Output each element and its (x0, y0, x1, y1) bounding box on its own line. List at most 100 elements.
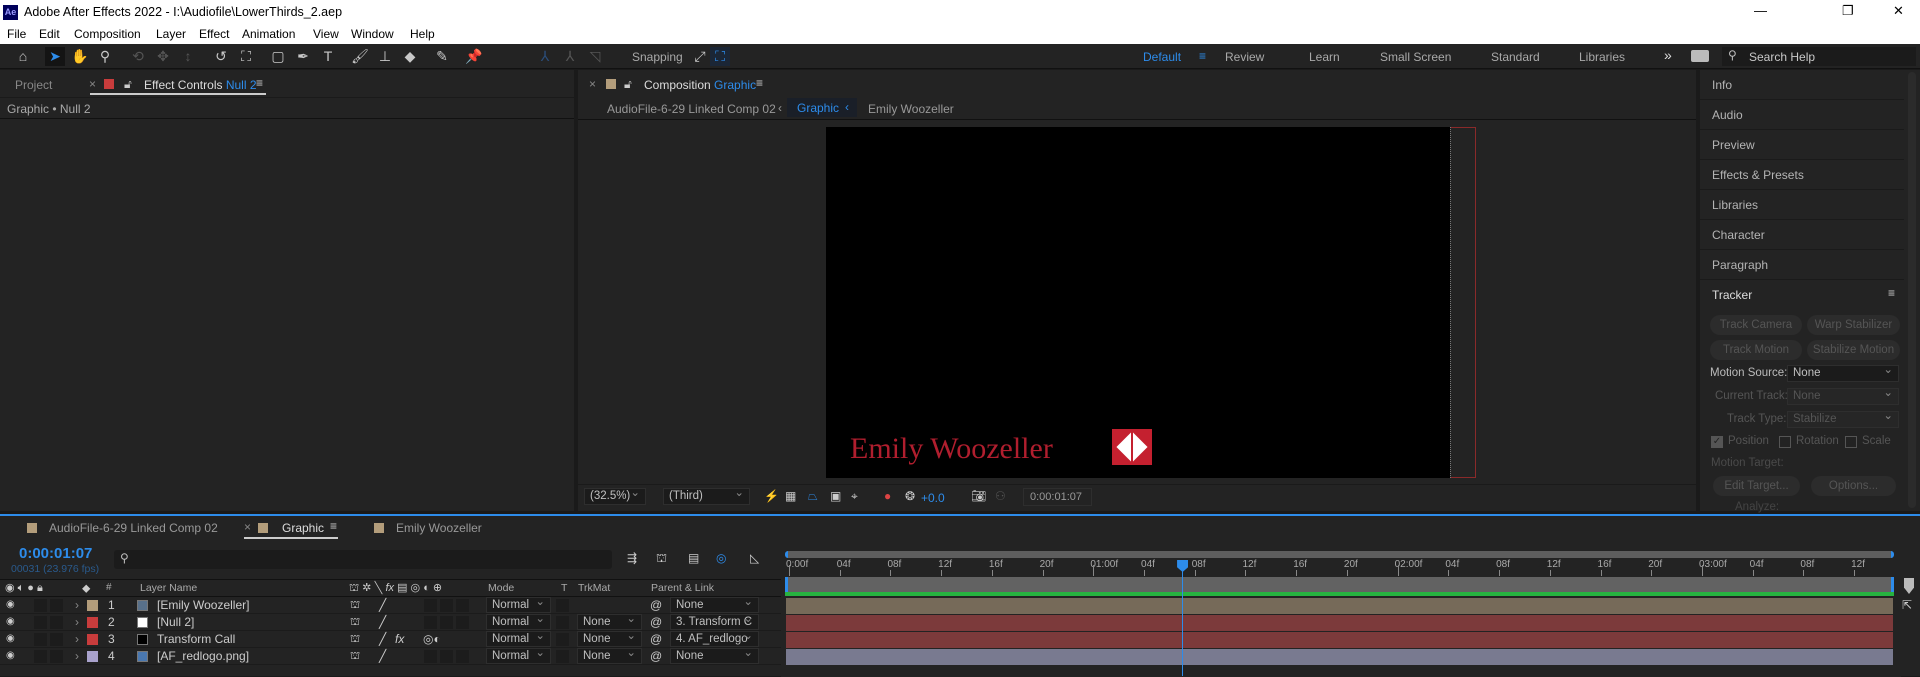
parent-dropdown[interactable]: 4. AF_redlogo (670, 631, 759, 647)
roto-brush-tool-icon[interactable]: ✎ (432, 47, 452, 66)
shy-switch-icon[interactable]: ⛫ (350, 597, 360, 613)
blend-mode-dropdown[interactable]: Normal (486, 629, 551, 647)
puppet-pin-tool-icon[interactable]: 📌 (464, 47, 484, 66)
motion-blur-switch[interactable] (424, 650, 437, 663)
preserve-transparency-toggle[interactable] (556, 633, 569, 646)
grid-guides-icon[interactable]: ⌖ (851, 489, 858, 504)
brush-tool-icon[interactable]: 🖌 (350, 47, 370, 66)
solo-toggle[interactable] (50, 650, 63, 663)
timeline-tab-graphic[interactable]: Graphic (282, 521, 324, 535)
panel-libraries[interactable]: Libraries (1700, 190, 1904, 220)
world-axis-icon[interactable]: ⅄ (560, 47, 580, 66)
preserve-transparency-toggle[interactable] (556, 616, 569, 629)
motion-source-dropdown[interactable]: None (1787, 363, 1899, 382)
search-help-input[interactable]: ⚲ Search Help (1722, 47, 1916, 66)
layer-row[interactable]: ◉ › 3 Transform Call ⛫ ╱ fx ◎◐ Normal None @4. AF_… (0, 629, 781, 648)
track-matte-dropdown[interactable]: None (577, 646, 642, 664)
mask-visibility-icon[interactable]: ⏢ (808, 489, 818, 504)
timeline-tab-emily-woozeller[interactable]: Emily Woozeller (396, 521, 482, 535)
breadcrumb-comp-parent[interactable]: AudioFile-6-29 Linked Comp 02 (607, 102, 776, 116)
breadcrumb-comp-child[interactable]: Emily Woozeller (868, 102, 954, 116)
close-button[interactable]: ✕ (1893, 3, 1904, 19)
audio-toggle[interactable] (34, 616, 47, 629)
timeline-tab-linked-comp[interactable]: AudioFile-6-29 Linked Comp 02 (49, 521, 218, 535)
layer-name[interactable]: [AF_redlogo.png] (157, 648, 249, 664)
panel-preview[interactable]: Preview (1700, 130, 1904, 160)
scale-checkbox[interactable] (1845, 436, 1857, 448)
tab-composition[interactable]: Composition Graphic (644, 78, 756, 92)
tab-project[interactable]: Project (15, 78, 52, 92)
menu-composition[interactable]: Composition (74, 27, 141, 41)
workspace-default[interactable]: Default (1143, 50, 1181, 64)
edit-target-button[interactable]: Edit Target... (1713, 476, 1800, 496)
comp-button-icon[interactable]: ⇱ (1902, 598, 1912, 612)
preserve-transparency-toggle[interactable] (556, 599, 569, 612)
layer-search-input[interactable]: ⚲ (114, 550, 612, 569)
expand-chevron-icon[interactable]: › (75, 597, 79, 613)
audio-toggle[interactable] (34, 650, 47, 663)
composition-mini-flowchart-icon[interactable]: ⇶ (627, 551, 637, 565)
column-layer-name[interactable]: Layer Name (140, 582, 197, 594)
workspace-review[interactable]: Review (1225, 50, 1264, 64)
stabilize-motion-button[interactable]: Stabilize Motion (1807, 340, 1900, 360)
snap-edges-icon[interactable]: ⤢ (690, 47, 710, 66)
shy-switch-icon[interactable]: ⛫ (350, 631, 360, 647)
reset-exposure-icon[interactable]: ❂ (905, 489, 915, 503)
panel-character[interactable]: Character (1700, 220, 1904, 250)
snap-features-icon[interactable]: ⛶ (710, 47, 730, 66)
rectangle-tool-icon[interactable]: ▢ (268, 47, 288, 66)
layer-duration-bar[interactable] (786, 632, 1893, 648)
layer-label-color[interactable] (87, 600, 98, 611)
menu-layer[interactable]: Layer (156, 27, 186, 41)
audio-toggle[interactable] (34, 633, 47, 646)
clone-stamp-tool-icon[interactable]: ⊥ (375, 47, 395, 66)
snapshot-camera-icon[interactable]: 📷︎ (971, 489, 986, 503)
lock-icon[interactable]: 🔓︎ (624, 77, 632, 92)
layer-name[interactable]: [Emily Woozeller] (157, 597, 249, 613)
current-time-field[interactable]: 0:00:01:07 (1023, 488, 1092, 506)
motion-blur-switch[interactable] (424, 599, 437, 612)
layer-name[interactable]: [Null 2] (157, 614, 194, 630)
solo-toggle[interactable] (50, 599, 63, 612)
layer-label-color[interactable] (87, 651, 98, 662)
panel-menu-icon[interactable]: ≡ (756, 76, 763, 90)
parent-pick-whip-icon[interactable]: @ (650, 597, 662, 613)
parent-dropdown[interactable]: None (670, 648, 759, 664)
motion-blur-switch[interactable] (424, 616, 437, 629)
quality-switch-icon[interactable]: ╱ (379, 631, 386, 647)
expand-chevron-icon[interactable]: › (75, 614, 79, 630)
fast-previews-icon[interactable]: ⚡ (764, 489, 779, 503)
parent-pick-whip-icon[interactable]: @ (650, 614, 662, 630)
3d-switch[interactable] (456, 599, 469, 612)
menu-help[interactable]: Help (410, 27, 435, 41)
shy-switch-icon[interactable]: ⛫ (350, 648, 360, 664)
quality-switch-icon[interactable]: ╱ (379, 597, 386, 613)
expand-chevron-icon[interactable]: › (75, 631, 79, 647)
zoom-tool-icon[interactable]: ⚲ (95, 47, 115, 66)
minimize-button[interactable]: — (1754, 3, 1767, 18)
solo-toggle[interactable] (50, 616, 63, 629)
warp-stabilizer-button[interactable]: Warp Stabilizer (1807, 315, 1900, 335)
layer-duration-bar[interactable] (786, 598, 1893, 614)
comp-canvas[interactable]: Emily Woozeller (826, 127, 1450, 478)
tab-effect-controls[interactable]: Effect Controls Null 2 (144, 78, 257, 92)
sync-settings-icon[interactable] (1691, 50, 1709, 62)
blend-mode-dropdown[interactable]: Normal (486, 612, 551, 630)
menu-file[interactable]: File (7, 27, 26, 41)
quality-switch-icon[interactable]: ╱ (379, 648, 386, 664)
track-matte-dropdown[interactable]: None (577, 629, 642, 647)
type-tool-icon[interactable]: T (318, 47, 338, 66)
time-navigator[interactable] (785, 551, 1894, 558)
eraser-tool-icon[interactable]: ◆ (400, 47, 420, 66)
selection-tool-icon[interactable]: ➤ (45, 47, 65, 66)
parent-dropdown[interactable]: 3. Transform C (670, 614, 759, 630)
panel-audio[interactable]: Audio (1700, 100, 1904, 130)
resolution-dropdown[interactable]: (Third) (663, 486, 750, 505)
layer-row[interactable]: ◉ › 1 [Emily Woozeller] ⛫ ╱ Normal @ None (0, 595, 781, 614)
quality-switch-icon[interactable]: ╱ (379, 614, 386, 630)
parent-pick-whip-icon[interactable]: @ (650, 631, 662, 647)
more-workspaces-button[interactable]: » (1664, 47, 1672, 63)
rotation-checkbox[interactable] (1779, 436, 1791, 448)
layer-row[interactable]: ◉ › 2 [Null 2] ⛫ ╱ Normal None @3. Transform C (0, 612, 781, 631)
expand-chevron-icon[interactable]: › (75, 648, 79, 664)
